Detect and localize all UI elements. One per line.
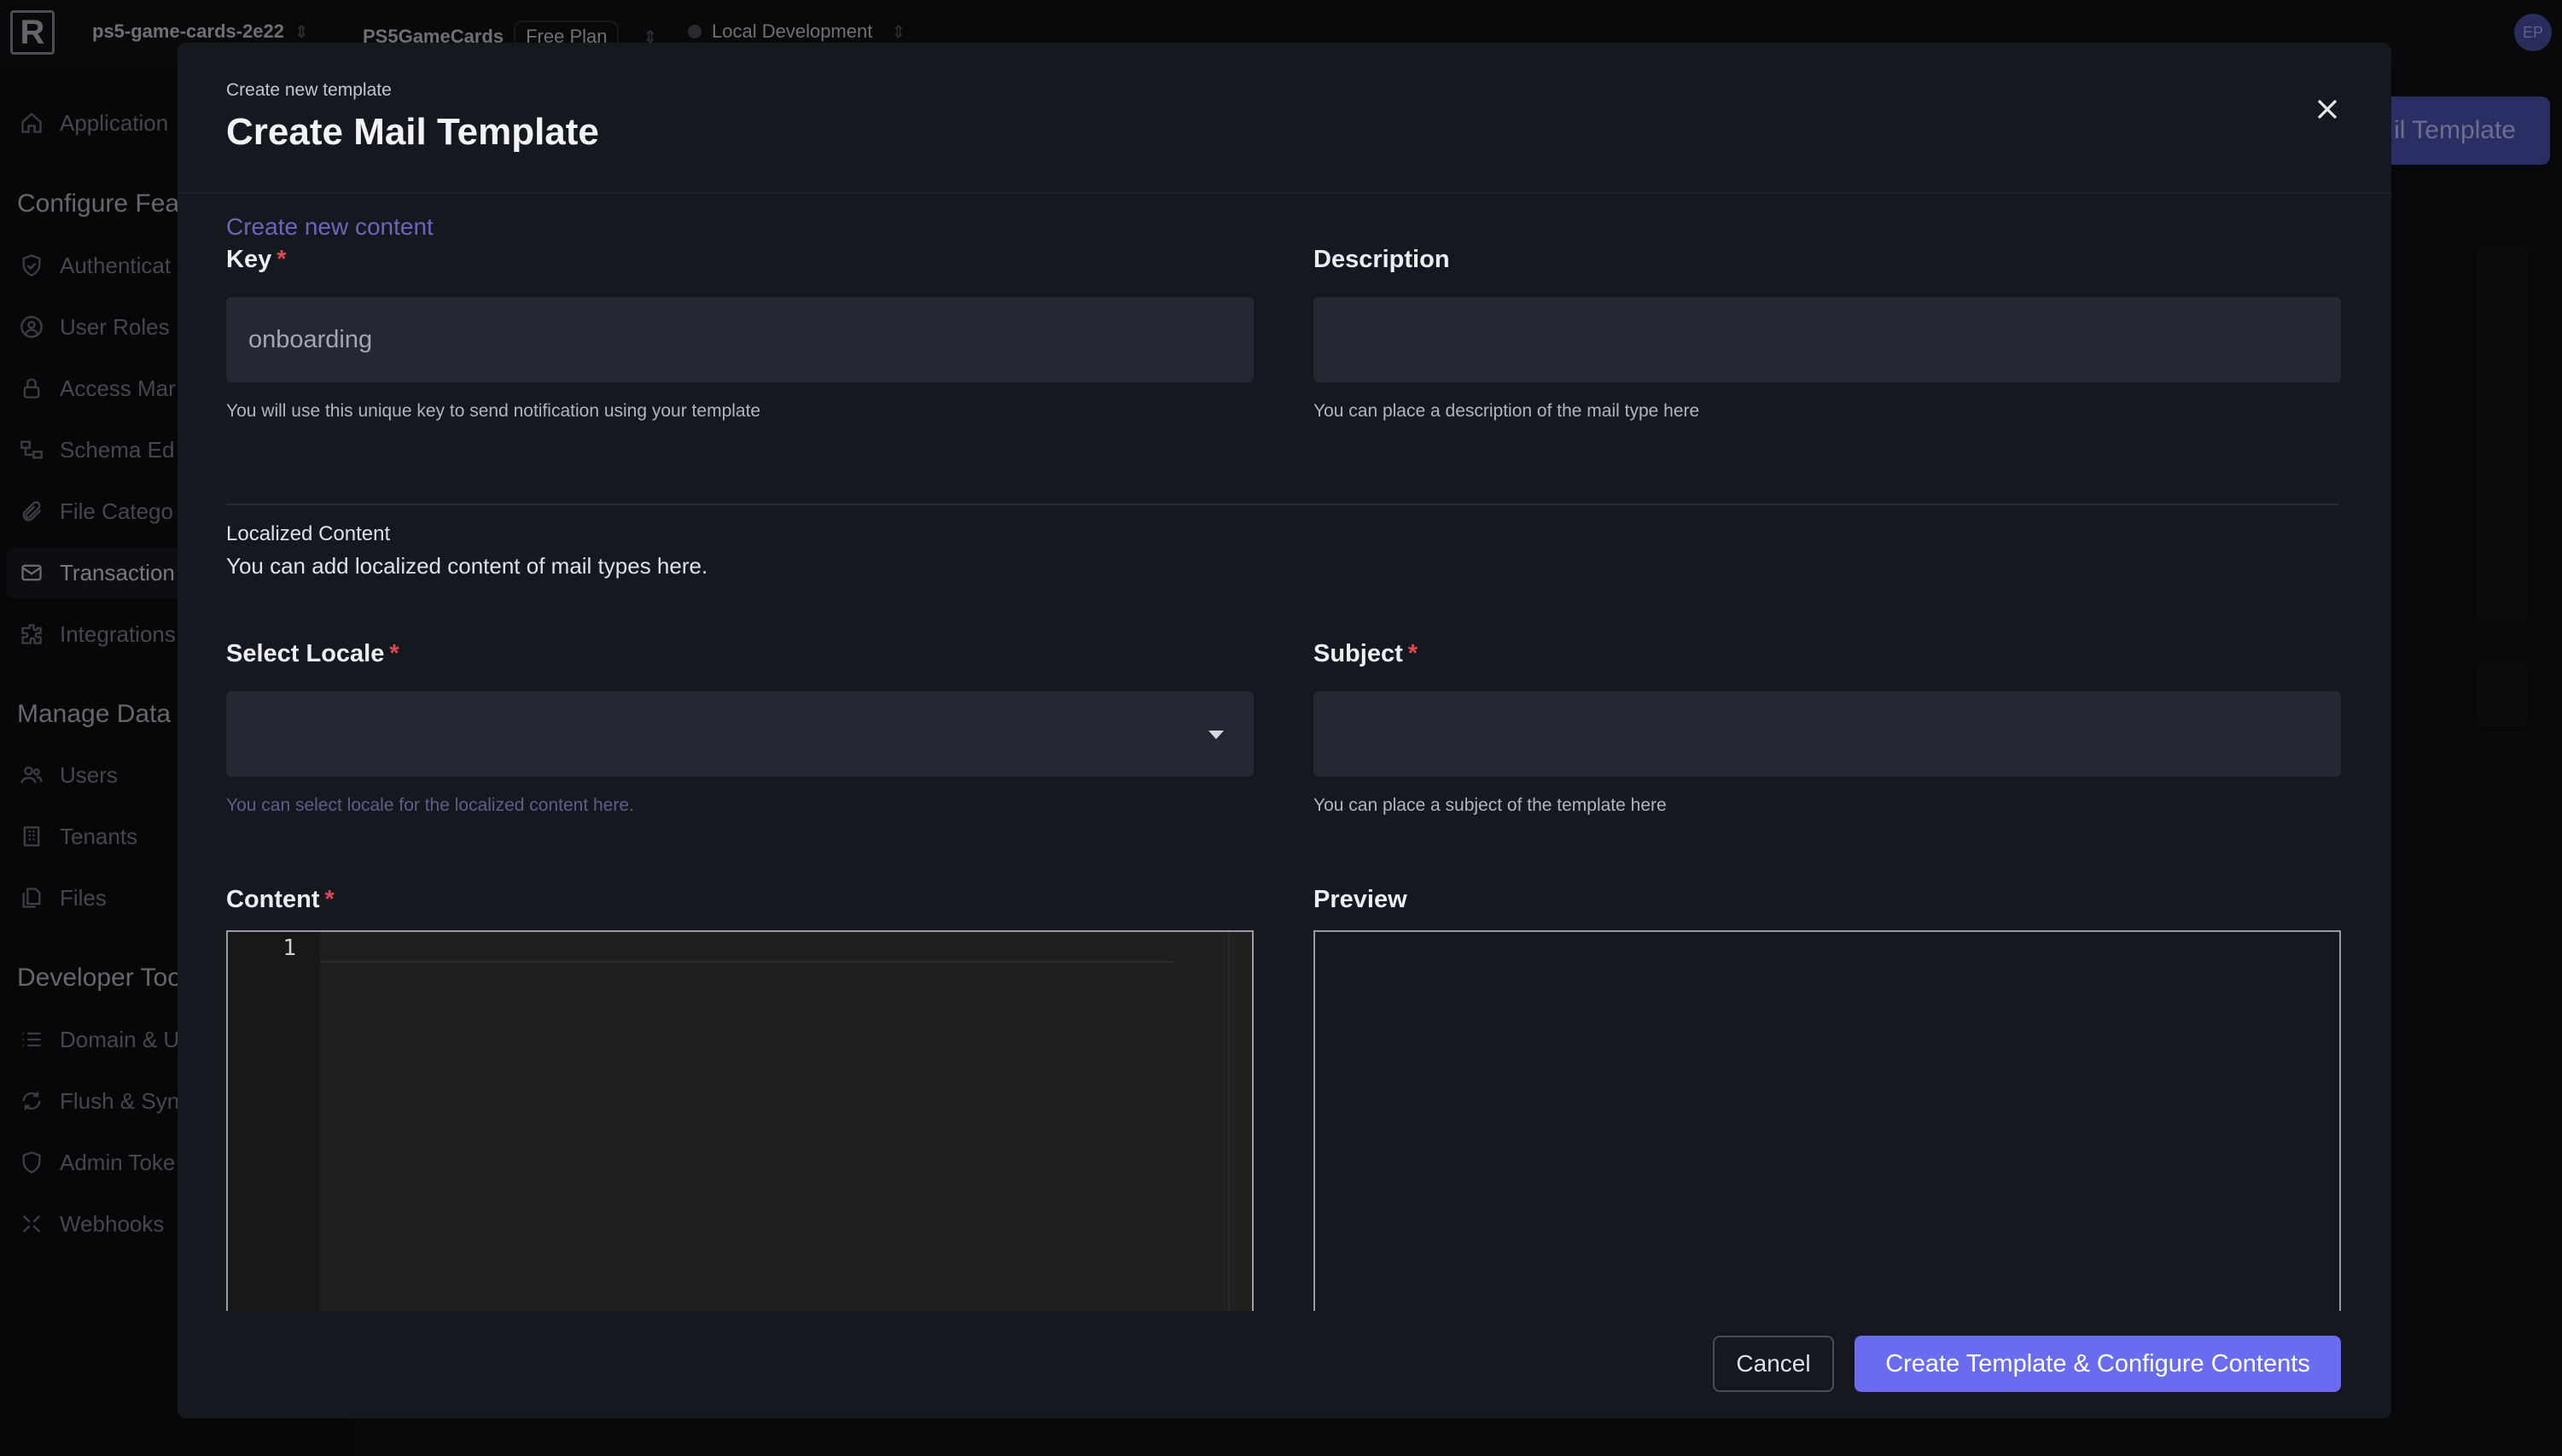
dialog-title: Create Mail Template: [226, 111, 599, 153]
cancel-button[interactable]: Cancel: [1713, 1336, 1834, 1392]
subject-hint: You can place a subject of the template …: [1313, 795, 1667, 815]
create-template-button[interactable]: Create Template & Configure Contents: [1855, 1336, 2341, 1392]
create-mail-template-dialog: Create new template Create Mail Template…: [178, 43, 2391, 1418]
line-number: 1: [282, 935, 296, 961]
content-label: Content *: [226, 886, 335, 913]
key-input[interactable]: onboarding: [226, 297, 1254, 382]
close-button[interactable]: [2309, 90, 2346, 128]
select-locale-label: Select Locale *: [226, 640, 399, 667]
content-code-editor[interactable]: 1: [226, 930, 1254, 1323]
locale-hint: You can select locale for the localized …: [226, 795, 634, 815]
required-indicator: *: [1407, 640, 1418, 667]
localized-content-title: Localized Content: [226, 522, 391, 545]
editor-scrollbar[interactable]: [1228, 932, 1230, 1321]
preview-pane: [1313, 930, 2341, 1323]
close-icon: [2317, 99, 2338, 119]
required-indicator: *: [389, 640, 399, 667]
required-indicator: *: [277, 246, 287, 273]
subject-input[interactable]: [1313, 691, 2341, 777]
key-hint: You will use this unique key to send not…: [226, 401, 761, 421]
header-divider: [178, 192, 2391, 194]
subject-label: Subject *: [1313, 640, 1418, 667]
required-indicator: *: [324, 886, 335, 913]
description-hint: You can place a description of the mail …: [1313, 401, 1700, 421]
locale-select[interactable]: [226, 691, 1254, 777]
dialog-subtitle: Create new template: [226, 80, 392, 100]
chevron-down-icon: [1208, 731, 1224, 739]
section-divider: [226, 504, 2339, 505]
current-line-highlight: [320, 934, 1173, 963]
create-new-content-label: Create new content: [226, 213, 434, 240]
description-input[interactable]: [1313, 297, 2341, 382]
key-label: Key *: [226, 246, 287, 273]
localized-content-description: You can add localized content of mail ty…: [226, 553, 708, 579]
line-number-gutter: 1: [228, 932, 320, 1321]
preview-label: Preview: [1313, 886, 1407, 913]
description-label: Description: [1313, 246, 1450, 273]
